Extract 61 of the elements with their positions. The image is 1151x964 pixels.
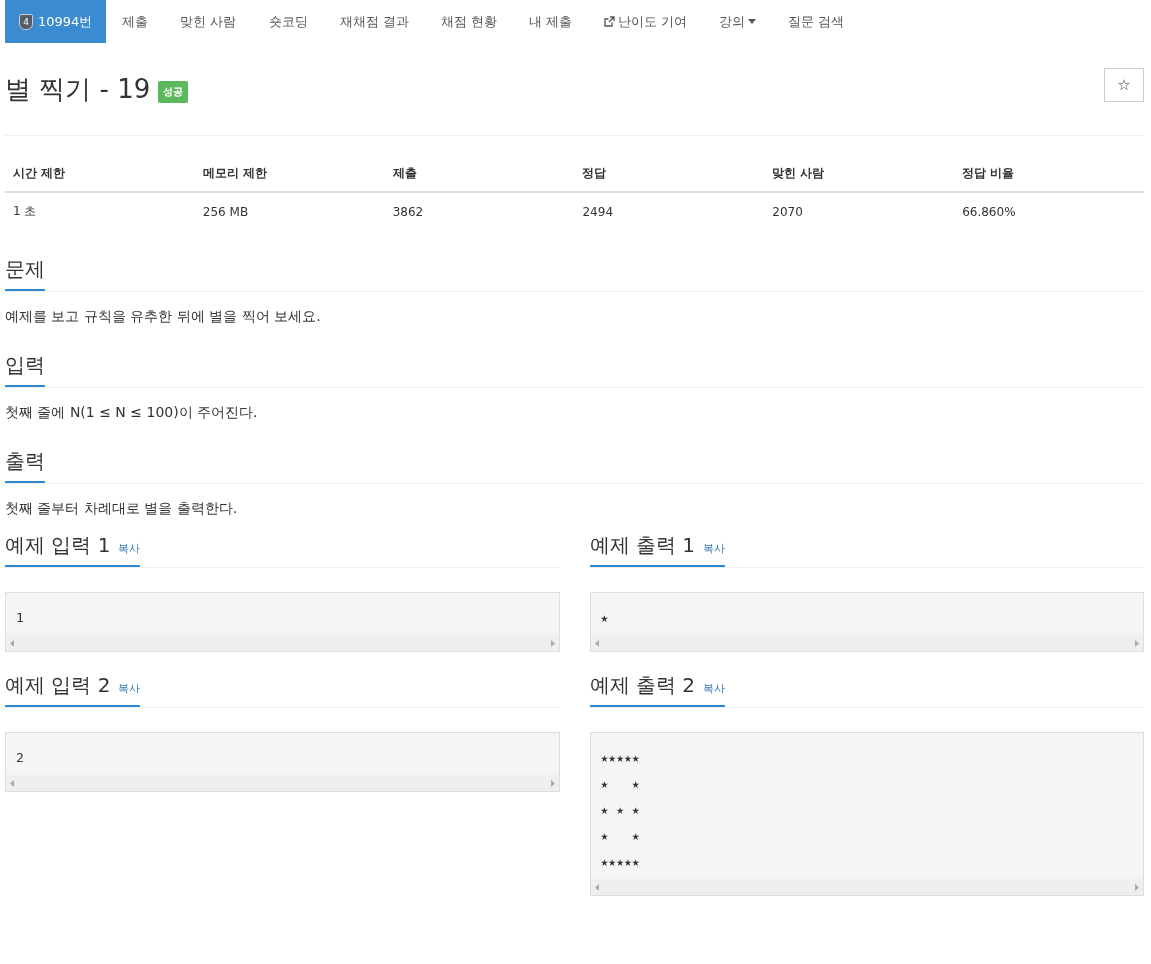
sample-heading: 예제 입력 2: [5, 672, 111, 699]
section-text: 첫째 줄에 N(1 ≤ N ≤ 100)이 주어진다.: [5, 404, 259, 422]
nav-tab[interactable]: 채점 현황: [424, 0, 513, 43]
scroll-left-icon[interactable]: [10, 779, 14, 787]
problem-title: 별 찍기 - 19: [5, 72, 151, 106]
caret-icon: [748, 19, 757, 24]
section-heading: 문제: [5, 256, 45, 291]
table-cell: 3862: [384, 192, 575, 230]
nav-tab[interactable]: 강의: [703, 0, 773, 43]
sample-code: ★★★★★ ★ ★ ★ ★ ★ ★ ★ ★★★★★: [599, 749, 641, 871]
scroll-right-icon[interactable]: [1135, 883, 1139, 891]
nav-tab[interactable]: 난이도 기여: [587, 0, 704, 43]
nav-tab[interactable]: 제출: [106, 0, 165, 43]
horizontal-scrollbar[interactable]: [590, 635, 1143, 651]
section-heading: 출력: [5, 448, 45, 483]
table-cell: 66.860%: [954, 192, 1144, 230]
favorite-button[interactable]: ☆: [1104, 68, 1144, 102]
section-text: 예제를 보고 규칙을 유추한 뒤에 별을 찍어 보세요.: [5, 308, 322, 326]
table-cell: 1 초: [5, 192, 195, 230]
section-heading: 입력: [5, 352, 45, 387]
nav-tab[interactable]: 재채점 결과: [323, 0, 425, 43]
nav-tab[interactable]: 4 10994번: [5, 0, 107, 43]
level-badge: 4: [19, 13, 33, 30]
copy-link[interactable]: 복사: [702, 681, 725, 696]
table-cell: 256 MB: [194, 192, 385, 230]
nav-tab[interactable]: 맞힌 사람: [164, 0, 253, 43]
horizontal-scrollbar[interactable]: [6, 635, 559, 651]
column-header: 정답: [574, 156, 765, 192]
sample-code: 2: [15, 749, 25, 767]
copy-link[interactable]: 복사: [702, 541, 725, 556]
sample-heading: 예제 출력 1: [589, 532, 695, 559]
scroll-left-icon[interactable]: [594, 883, 599, 891]
section-text: 첫째 줄부터 차례대로 별을 출력한다.: [5, 500, 239, 518]
copy-link[interactable]: 복사: [118, 541, 141, 556]
column-header: 맞힌 사람: [764, 156, 955, 192]
scroll-right-icon[interactable]: [550, 779, 555, 787]
copy-link[interactable]: 복사: [118, 681, 141, 696]
horizontal-scrollbar[interactable]: [6, 775, 559, 791]
column-header: 제출: [384, 156, 575, 192]
nav-label: 강의: [719, 12, 746, 31]
table-cell: 2070: [764, 192, 955, 230]
sample-code: ★: [599, 609, 610, 627]
sample-heading: 예제 출력 2: [589, 672, 695, 699]
scroll-left-icon[interactable]: [594, 639, 599, 647]
nav-tab[interactable]: 내 제출: [512, 0, 588, 43]
nav-tab[interactable]: 질문 검색: [772, 0, 861, 43]
sample-code: 1: [15, 609, 25, 627]
scroll-right-icon[interactable]: [550, 639, 555, 647]
column-header: 시간 제한: [5, 156, 195, 192]
nav-label: 난이도 기여: [617, 12, 688, 31]
result-badge: 성공: [158, 81, 189, 103]
column-header: 정답 비율: [954, 156, 1144, 192]
scroll-right-icon[interactable]: [1135, 639, 1139, 647]
table-cell: 2494: [574, 192, 765, 230]
nav-tab[interactable]: 숏코딩: [252, 0, 324, 43]
scroll-left-icon[interactable]: [10, 639, 14, 647]
external-link-icon: [603, 16, 615, 27]
column-header: 메모리 제한: [194, 156, 385, 192]
sample-heading: 예제 입력 1: [5, 532, 111, 559]
horizontal-scrollbar[interactable]: [590, 879, 1143, 895]
problem-number: 10994번: [38, 12, 93, 31]
